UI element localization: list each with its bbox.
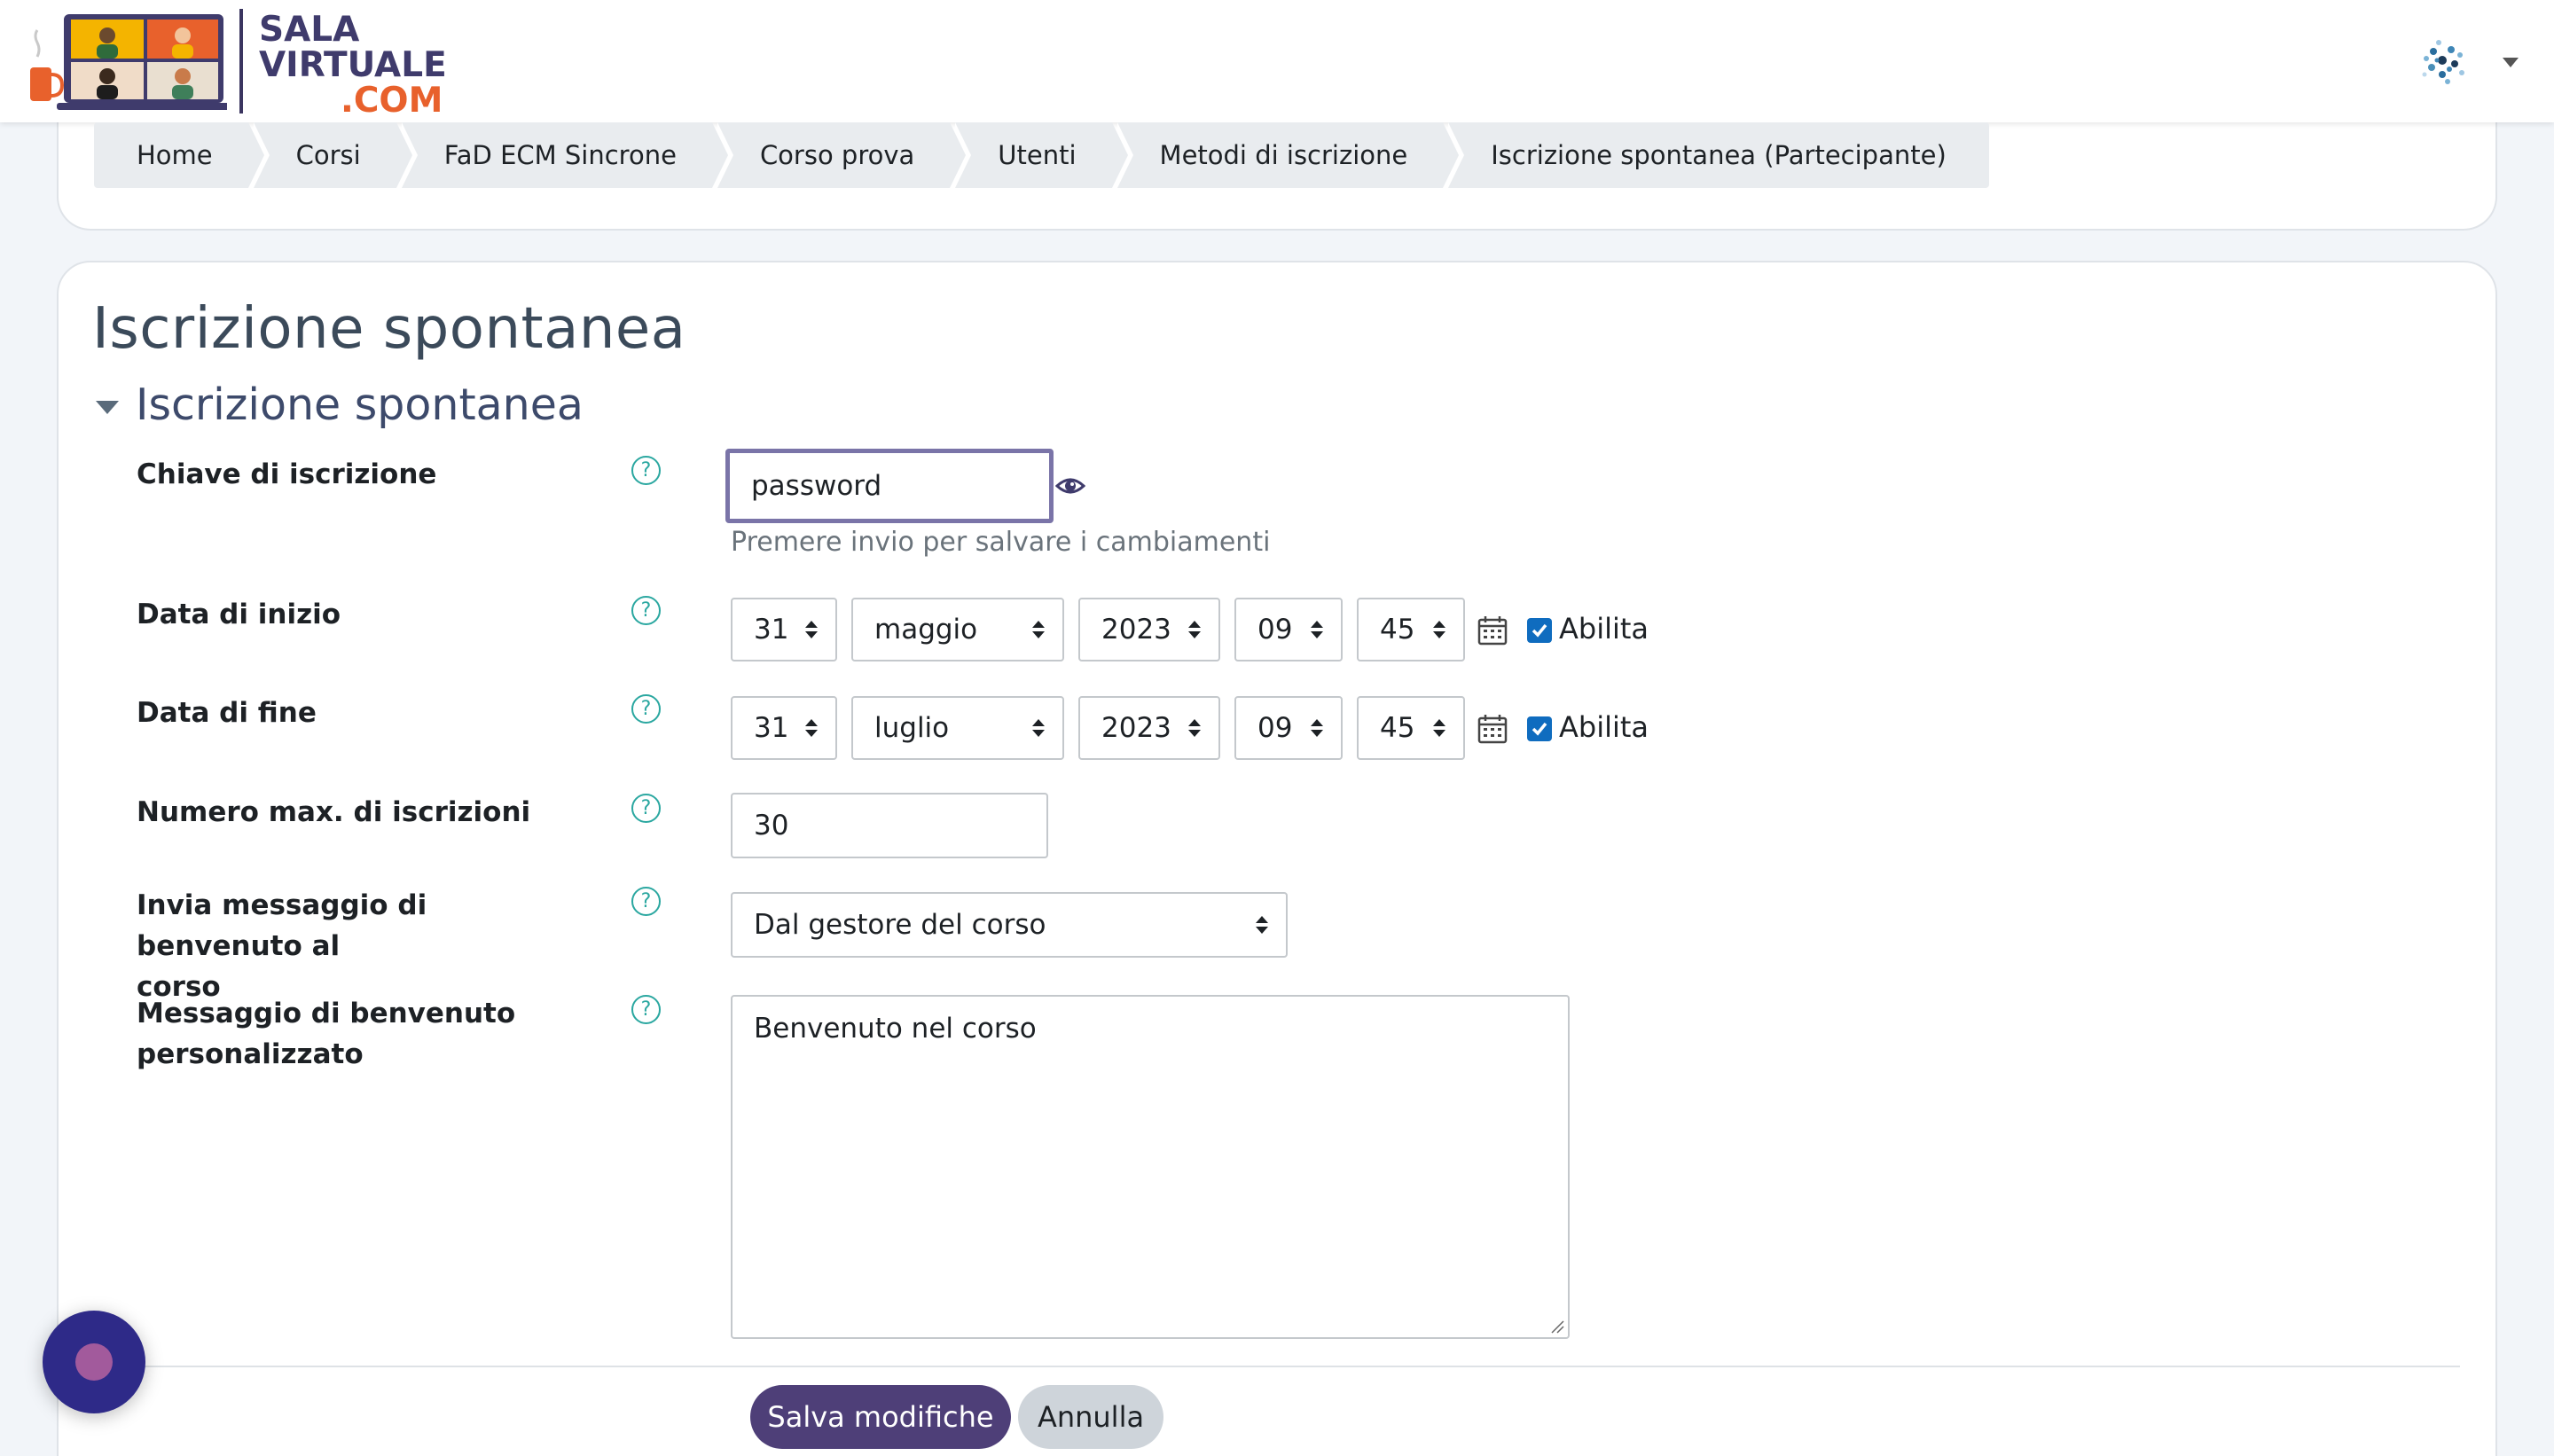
end-date-enable-checkbox[interactable]	[1527, 716, 1552, 741]
form-divider	[92, 1366, 2460, 1367]
enrol-key-hint: Premere invio per salvare i cambiamenti	[731, 527, 1271, 558]
end-date-label: Data di fine	[137, 697, 317, 729]
breadcrumb-item-users[interactable]: Utenti	[955, 122, 1128, 188]
brand-wordmark[interactable]: SALA VIRTUALE .COM	[259, 12, 447, 119]
help-icon[interactable]: ?	[631, 794, 661, 823]
calendar-icon[interactable]	[1477, 615, 1508, 646]
select-arrows-icon	[1032, 621, 1045, 638]
breadcrumb-item-enrol-methods[interactable]: Metodi di iscrizione	[1116, 122, 1459, 188]
breadcrumb: Home Corsi FaD ECM Sincrone Corso prova …	[94, 122, 1994, 188]
start-year-select[interactable]: 2023	[1078, 598, 1220, 661]
custom-welcome-value: Benvenuto nel corso	[754, 1013, 1037, 1045]
enrol-key-label: Chiave di iscrizione	[137, 458, 437, 490]
logo-divider	[239, 9, 243, 114]
breadcrumb-item-current: Iscrizione spontanea (Partecipante)	[1448, 122, 1989, 188]
end-day-select[interactable]: 31	[731, 696, 837, 760]
custom-welcome-label: Messaggio di benvenuto personalizzato	[137, 993, 598, 1075]
max-enrolled-input[interactable]: 30	[731, 793, 1048, 858]
end-year-select[interactable]: 2023	[1078, 696, 1220, 760]
custom-welcome-label-line2: personalizzato	[137, 1038, 364, 1070]
select-arrows-icon	[1433, 719, 1445, 737]
welcome-message-select[interactable]: Dal gestore del corso	[731, 892, 1288, 958]
welcome-message-label-line1: Invia messaggio di benvenuto al	[137, 889, 427, 962]
end-minute-value: 45	[1380, 712, 1415, 744]
section-title[interactable]: Iscrizione spontanea	[136, 380, 584, 430]
chevron-down-icon[interactable]	[2503, 57, 2519, 67]
brand-line-1: SALA	[259, 10, 360, 50]
breadcrumb-item-course[interactable]: Corso prova	[717, 122, 967, 188]
welcome-message-value: Dal gestore del corso	[754, 909, 1046, 941]
chat-widget-button[interactable]	[43, 1311, 145, 1413]
brand-line-2: VIRTUALE	[259, 45, 447, 85]
select-arrows-icon	[1256, 916, 1268, 934]
select-arrows-icon	[1032, 719, 1045, 737]
end-hour-select[interactable]: 09	[1234, 696, 1343, 760]
help-icon[interactable]: ?	[631, 887, 661, 916]
select-arrows-icon	[805, 719, 818, 737]
custom-welcome-label-line1: Messaggio di benvenuto	[137, 998, 516, 1029]
help-icon[interactable]: ?	[631, 995, 661, 1024]
start-minute-value: 45	[1380, 614, 1415, 646]
select-arrows-icon	[805, 621, 818, 638]
custom-welcome-textarea[interactable]: Benvenuto nel corso	[731, 995, 1570, 1339]
select-arrows-icon	[1188, 621, 1201, 638]
user-menu[interactable]	[2416, 34, 2519, 90]
checkmark-icon	[1532, 623, 1547, 638]
eye-icon[interactable]	[1055, 475, 1085, 497]
start-date-enable-label[interactable]: Abilita	[1559, 612, 1649, 646]
collapse-toggle-icon[interactable]	[96, 401, 119, 414]
start-date-enable-checkbox[interactable]	[1527, 618, 1552, 643]
select-arrows-icon	[1188, 719, 1201, 737]
help-icon[interactable]: ?	[631, 596, 661, 625]
start-day-select[interactable]: 31	[731, 598, 837, 661]
start-hour-value: 09	[1257, 614, 1293, 646]
help-icon[interactable]: ?	[631, 456, 661, 485]
save-button[interactable]: Salva modifiche	[750, 1385, 1011, 1449]
start-year-value: 2023	[1101, 614, 1171, 646]
select-arrows-icon	[1311, 621, 1323, 638]
start-hour-select[interactable]: 09	[1234, 598, 1343, 661]
end-month-select[interactable]: luglio	[851, 696, 1064, 760]
end-date-enable-label[interactable]: Abilita	[1559, 710, 1649, 744]
top-navbar: SALA VIRTUALE .COM	[0, 0, 2554, 122]
select-arrows-icon	[1311, 719, 1323, 737]
end-year-value: 2023	[1101, 712, 1171, 744]
welcome-message-label: Invia messaggio di benvenuto al corso	[137, 885, 598, 1007]
start-minute-select[interactable]: 45	[1357, 598, 1465, 661]
enrol-key-input[interactable]: password	[725, 449, 1054, 523]
help-icon[interactable]: ?	[631, 694, 661, 724]
breadcrumb-item-home[interactable]: Home	[94, 122, 264, 188]
end-minute-select[interactable]: 45	[1357, 696, 1465, 760]
checkmark-icon	[1532, 722, 1547, 736]
start-month-value: maggio	[874, 614, 978, 646]
page-title: Iscrizione spontanea	[92, 296, 686, 362]
max-enrolled-label: Numero max. di iscrizioni	[137, 796, 531, 828]
start-month-select[interactable]: maggio	[851, 598, 1064, 661]
select-arrows-icon	[1433, 621, 1445, 638]
end-hour-value: 09	[1257, 712, 1293, 744]
brand-line-3: .COM	[341, 81, 443, 121]
logo-video-call-icon[interactable]	[30, 12, 227, 112]
cancel-button[interactable]: Annulla	[1018, 1385, 1163, 1449]
chat-icon	[75, 1343, 113, 1381]
end-day-value: 31	[754, 712, 789, 744]
start-day-value: 31	[754, 614, 789, 646]
start-date-label: Data di inizio	[137, 599, 341, 630]
breadcrumb-item-category[interactable]: FaD ECM Sincrone	[401, 122, 729, 188]
user-avatar-icon[interactable]	[2416, 34, 2472, 90]
calendar-icon[interactable]	[1477, 714, 1508, 744]
resize-handle-icon[interactable]	[1550, 1319, 1564, 1334]
end-month-value: luglio	[874, 712, 950, 744]
breadcrumb-item-corsi[interactable]: Corsi	[253, 122, 412, 188]
